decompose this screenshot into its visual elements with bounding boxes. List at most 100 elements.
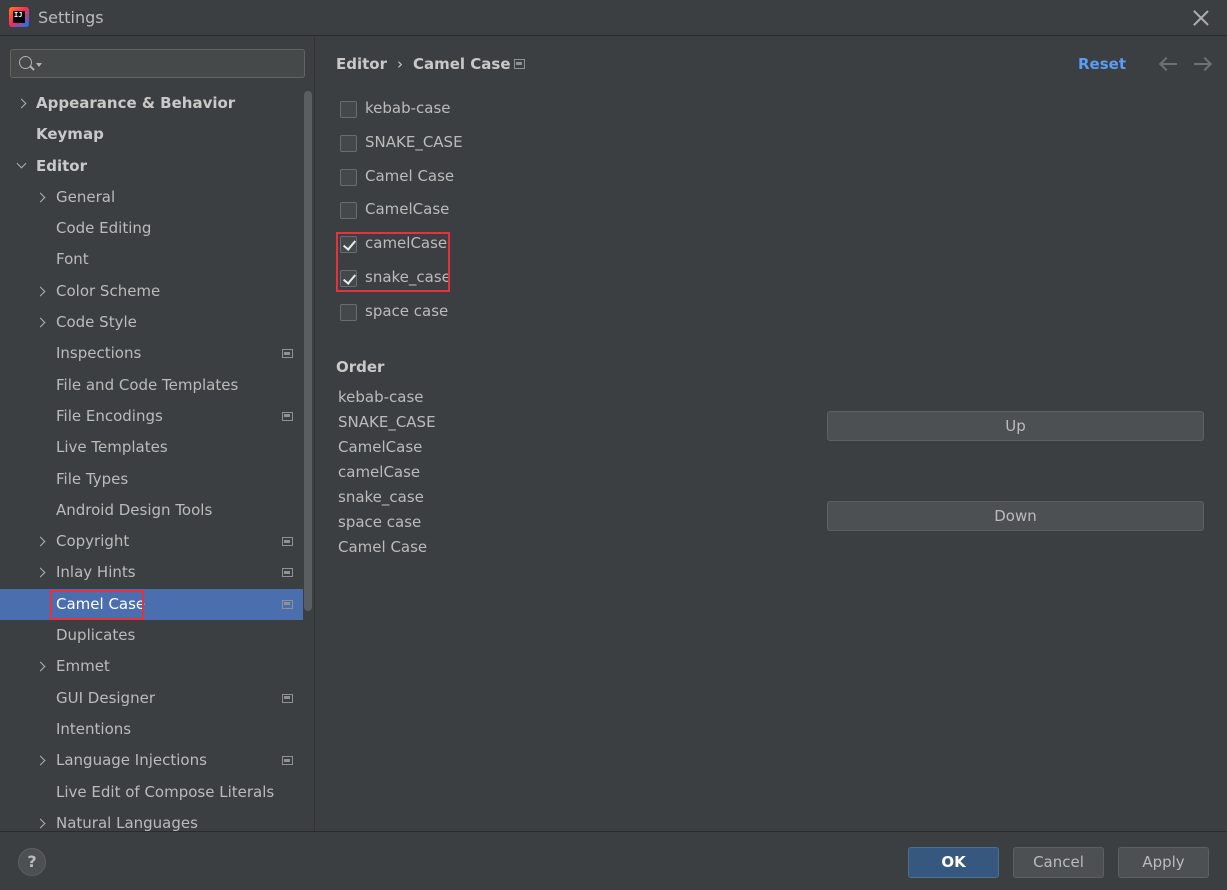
title-bar: IJ Settings: [0, 0, 1227, 36]
chevron-right-icon[interactable]: [35, 818, 46, 829]
checkbox-unchecked-icon[interactable]: [340, 134, 357, 152]
checkbox-label[interactable]: Camel Case: [365, 167, 454, 185]
sidebar-item-camel-case[interactable]: Camel Case: [0, 588, 303, 621]
dialog-footer: ? OK Cancel Apply: [0, 831, 1227, 890]
checkbox-label[interactable]: kebab-case: [365, 99, 451, 117]
sidebar-item-label: Language Injections: [56, 751, 207, 770]
settings-content-panel: Editor › Camel Case Reset kebab-case SNAKE_…: [316, 37, 1227, 831]
highlight-box-selected-item: [50, 589, 144, 620]
forward-arrow-icon[interactable]: [1194, 63, 1210, 65]
sidebar-item-code-editing[interactable]: Code Editing: [0, 213, 303, 244]
sidebar-item-intentions[interactable]: Intentions: [0, 714, 303, 745]
up-button[interactable]: Up: [827, 411, 1204, 441]
sidebar-item-language-injections[interactable]: Language Injections: [0, 745, 303, 776]
checkbox-unchecked-icon[interactable]: [340, 202, 357, 220]
sidebar-item-label: Inlay Hints: [56, 563, 136, 582]
sidebar-item-label: Color Scheme: [56, 281, 161, 300]
checkbox-unchecked-icon[interactable]: [340, 168, 357, 186]
highlight-box-checked-options: [336, 232, 450, 292]
sidebar-item-natural-languages[interactable]: Natural Languages: [0, 808, 303, 831]
close-icon[interactable]: [1191, 8, 1211, 28]
checkbox-label[interactable]: CamelCase: [365, 200, 449, 218]
sidebar-item-file-and-code-templates[interactable]: File and Code Templates: [0, 370, 303, 401]
order-list-item[interactable]: SNAKE_CASE: [338, 410, 436, 435]
sidebar-scrollbar[interactable]: [303, 88, 313, 648]
search-icon[interactable]: [19, 56, 32, 69]
chevron-down-icon[interactable]: [16, 158, 27, 169]
down-button[interactable]: Down: [827, 501, 1204, 531]
sidebar-item-label: General: [56, 187, 116, 206]
sidebar-item-label: Natural Languages: [56, 813, 198, 831]
sidebar-item-label: Android Design Tools: [56, 500, 213, 519]
intellij-app-icon: IJ: [9, 7, 29, 27]
sidebar-item-label: GUI Designer: [56, 688, 155, 707]
reset-link[interactable]: Reset: [1078, 55, 1126, 73]
search-history-dropdown-icon[interactable]: [36, 63, 42, 67]
chevron-right-icon[interactable]: [35, 317, 46, 328]
project-scope-icon: [514, 59, 525, 69]
window-title: Settings: [38, 8, 104, 27]
order-list-item[interactable]: space case: [338, 510, 436, 535]
checkbox-unchecked-icon[interactable]: [340, 303, 357, 321]
order-list-item[interactable]: Camel Case: [338, 535, 436, 560]
sidebar-item-editor[interactable]: Editor: [0, 151, 303, 182]
apply-button[interactable]: Apply: [1118, 847, 1209, 878]
help-button[interactable]: ?: [18, 848, 46, 876]
ok-button[interactable]: OK: [908, 847, 999, 878]
chevron-right-icon[interactable]: [35, 568, 46, 578]
breadcrumb: Editor › Camel Case: [336, 55, 511, 73]
project-scope-icon: [282, 756, 293, 766]
settings-sidebar: Appearance & Behavior Keymap Editor General…: [0, 37, 315, 831]
sidebar-item-live-edit-of-compose-literals[interactable]: Live Edit of Compose Literals: [0, 777, 303, 808]
search-input[interactable]: [47, 53, 297, 75]
sidebar-item-android-design-tools[interactable]: Android Design Tools: [0, 495, 303, 526]
chevron-right-icon[interactable]: [35, 755, 46, 766]
sidebar-item-live-templates[interactable]: Live Templates: [0, 432, 303, 463]
order-list-item[interactable]: CamelCase: [338, 435, 436, 460]
checkbox-label[interactable]: SNAKE_CASE: [365, 133, 463, 151]
sidebar-item-duplicates[interactable]: Duplicates: [0, 620, 303, 651]
back-arrow-icon[interactable]: [1161, 63, 1177, 65]
chevron-right-icon[interactable]: [35, 536, 46, 547]
checkbox-label[interactable]: space case: [365, 302, 448, 320]
sidebar-item-label: File Encodings: [56, 406, 163, 425]
breadcrumb-separator: ›: [397, 55, 403, 73]
sidebar-item-font[interactable]: Font: [0, 244, 303, 275]
cancel-button[interactable]: Cancel: [1013, 847, 1104, 878]
order-list-item[interactable]: kebab-case: [338, 385, 436, 410]
apply-button-label: Apply: [1142, 853, 1185, 871]
sidebar-item-keymap[interactable]: Keymap: [0, 119, 303, 150]
order-heading: Order: [336, 358, 385, 376]
project-scope-icon: [282, 349, 293, 359]
project-scope-icon: [282, 693, 293, 703]
sidebar-item-gui-designer[interactable]: GUI Designer: [0, 683, 303, 714]
sidebar-item-emmet[interactable]: Emmet: [0, 651, 303, 682]
sidebar-item-file-types[interactable]: File Types: [0, 464, 303, 495]
sidebar-item-file-encodings[interactable]: File Encodings: [0, 401, 303, 432]
sidebar-item-copyright[interactable]: Copyright: [0, 526, 303, 557]
sidebar-item-label: File and Code Templates: [56, 375, 239, 394]
sidebar-item-label: Live Templates: [56, 438, 168, 457]
project-scope-icon: [282, 568, 293, 578]
order-list[interactable]: kebab-case SNAKE_CASE CamelCase camelCase sn…: [338, 385, 436, 560]
project-scope-icon: [282, 411, 293, 421]
scrollbar-thumb[interactable]: [304, 91, 312, 611]
project-scope-icon: [282, 599, 293, 609]
sidebar-item-general[interactable]: General: [0, 182, 303, 213]
sidebar-item-code-style[interactable]: Code Style: [0, 307, 303, 338]
sidebar-item-label: Duplicates: [56, 626, 136, 645]
sidebar-item-label: Inspections: [56, 344, 142, 363]
sidebar-item-inlay-hints[interactable]: Inlay Hints: [0, 557, 303, 588]
chevron-right-icon[interactable]: [35, 286, 46, 297]
chevron-right-icon[interactable]: [16, 98, 27, 109]
settings-search-field[interactable]: [10, 49, 305, 78]
sidebar-item-inspections[interactable]: Inspections: [0, 338, 303, 369]
chevron-right-icon[interactable]: [35, 192, 46, 203]
chevron-right-icon[interactable]: [35, 661, 46, 672]
sidebar-item-label: Code Editing: [56, 219, 152, 238]
sidebar-item-appearance-behavior[interactable]: Appearance & Behavior: [0, 88, 303, 119]
order-list-item[interactable]: camelCase: [338, 460, 436, 485]
sidebar-item-color-scheme[interactable]: Color Scheme: [0, 276, 303, 307]
checkbox-unchecked-icon[interactable]: [340, 101, 357, 118]
order-list-item[interactable]: snake_case: [338, 485, 436, 510]
